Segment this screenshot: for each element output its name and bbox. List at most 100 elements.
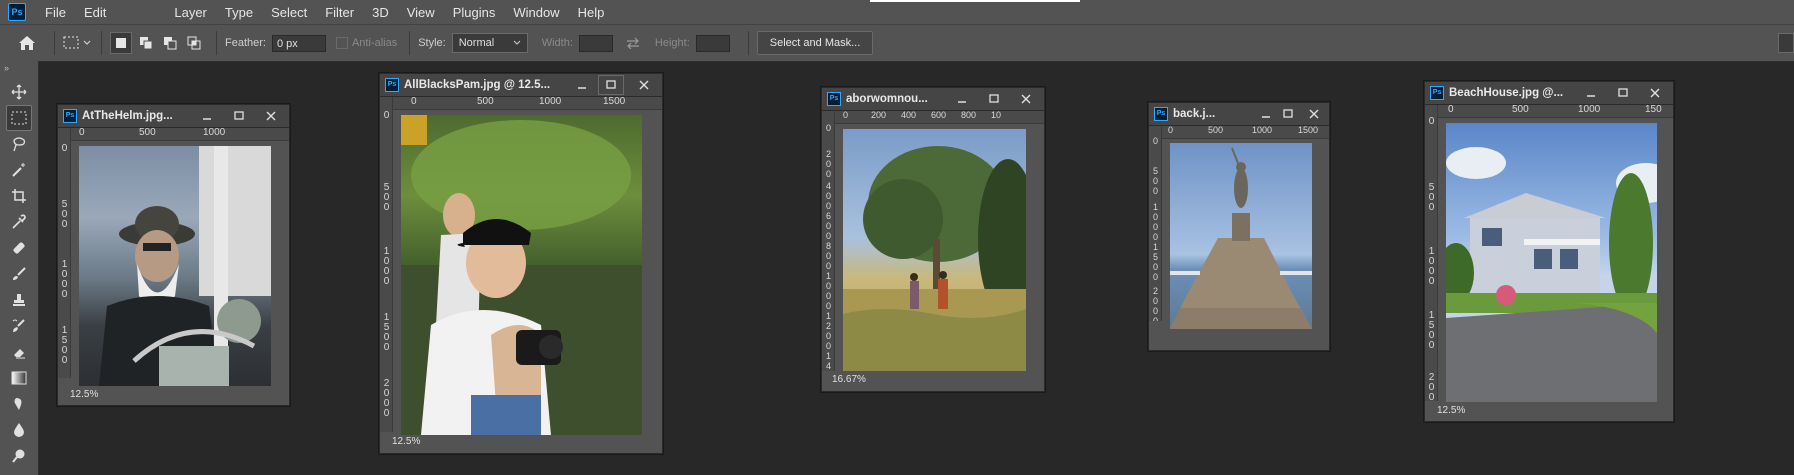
document-window-aborwomnou[interactable]: Ps aborwomnou... 0 200 400 600 800 10 0 … xyxy=(821,87,1045,392)
marquee-preset-icon[interactable] xyxy=(63,35,93,51)
menu-select[interactable]: Select xyxy=(262,5,316,20)
document-window-allblackspam[interactable]: Ps AllBlacksPam.jpg @ 12.5... 0 500 1000… xyxy=(379,73,663,454)
close-icon[interactable] xyxy=(1305,105,1323,123)
ruler-tick-label: 500 xyxy=(477,97,494,107)
style-label: Style: xyxy=(418,37,446,49)
options-separator xyxy=(101,31,102,55)
document-titlebar[interactable]: Ps AtTheHelm.jpg... xyxy=(58,105,289,128)
magic-wand-tool-icon[interactable] xyxy=(6,157,32,183)
feather-input[interactable]: 0 px xyxy=(271,34,326,52)
minimize-icon[interactable] xyxy=(1257,105,1275,123)
ruler-tick-label: 1500 xyxy=(1152,242,1158,282)
minimize-icon[interactable] xyxy=(1579,84,1603,102)
horizontal-ruler: 0 500 1000 1500 xyxy=(393,97,662,110)
document-window-back[interactable]: Ps back.j... 0 500 1000 1500 0 500 1000 … xyxy=(1148,102,1330,351)
width-label: Width: xyxy=(541,37,573,49)
menu-view[interactable]: View xyxy=(398,5,444,20)
crop-tool-icon[interactable] xyxy=(6,183,32,209)
marquee-tool-icon[interactable] xyxy=(6,105,32,131)
close-icon[interactable] xyxy=(259,107,283,125)
menu-window[interactable]: Window xyxy=(504,5,568,20)
horizontal-ruler: 0 200 400 600 800 10 xyxy=(835,111,1044,124)
maximize-icon[interactable] xyxy=(982,90,1006,108)
ruler-tick-label: 0 xyxy=(383,110,390,121)
minimize-icon[interactable] xyxy=(195,107,219,125)
document-canvas-image[interactable] xyxy=(1170,143,1312,329)
ruler-tick-label: 0 xyxy=(825,123,831,133)
tools-panel: » xyxy=(0,61,39,475)
vertical-ruler: 0 500 1000 1500 200 xyxy=(1425,105,1438,401)
zoom-level[interactable]: 12.5% xyxy=(1437,405,1465,416)
clone-stamp-tool-icon[interactable] xyxy=(6,287,32,313)
gradient-tool-icon[interactable] xyxy=(6,365,32,391)
home-icon[interactable] xyxy=(18,35,36,51)
ruler-tick-label: 1500 xyxy=(1298,126,1319,135)
new-selection-icon[interactable] xyxy=(110,32,132,54)
antialias-checkbox[interactable] xyxy=(335,37,348,49)
blur-tool-icon[interactable] xyxy=(6,417,32,443)
menu-3d[interactable]: 3D xyxy=(363,5,398,20)
photoshop-logo-icon: Ps xyxy=(8,3,26,21)
document-titlebar[interactable]: Ps BeachHouse.jpg @... xyxy=(1425,82,1673,105)
close-icon[interactable] xyxy=(1643,84,1667,102)
document-titlebar[interactable]: Ps AllBlacksPam.jpg @ 12.5... xyxy=(380,74,662,97)
height-input[interactable] xyxy=(695,34,730,52)
ruler-tick-label: 1000 xyxy=(383,246,390,287)
select-and-mask-button[interactable]: Select and Mask... xyxy=(756,31,874,55)
menu-filter[interactable]: Filter xyxy=(316,5,363,20)
minimize-icon[interactable] xyxy=(950,90,974,108)
menu-edit[interactable]: Edit xyxy=(75,5,115,20)
ruler-tick-label: 1200 xyxy=(825,311,831,351)
menu-layer[interactable]: Layer xyxy=(165,5,216,20)
width-input[interactable] xyxy=(578,34,613,52)
document-canvas-image[interactable] xyxy=(843,129,1026,371)
ruler-tick-label: 0 xyxy=(1428,116,1435,127)
document-title: AllBlacksPam.jpg @ 12.5... xyxy=(404,79,551,91)
lasso-tool-icon[interactable] xyxy=(6,131,32,157)
dodge-tool-icon[interactable] xyxy=(6,443,32,469)
intersect-selection-icon[interactable] xyxy=(184,33,204,53)
ruler-tick-label: 600 xyxy=(931,111,947,120)
document-titlebar[interactable]: Ps aborwomnou... xyxy=(822,88,1044,111)
toolbar-grip[interactable]: » xyxy=(0,61,38,75)
eyedropper-tool-icon[interactable] xyxy=(6,209,32,235)
zoom-level[interactable]: 12.5% xyxy=(70,389,98,400)
ruler-tick-label: 600 xyxy=(825,211,831,241)
maximize-icon[interactable] xyxy=(1611,84,1635,102)
add-to-selection-icon[interactable] xyxy=(136,33,156,53)
close-icon[interactable] xyxy=(1014,90,1038,108)
menu-plugins[interactable]: Plugins xyxy=(444,5,505,20)
style-select-value: Normal xyxy=(458,37,495,49)
document-window-beachhouse[interactable]: Ps BeachHouse.jpg @... 0 500 1000 150 0 … xyxy=(1424,81,1674,422)
feather-label: Feather: xyxy=(225,37,266,49)
zoom-level[interactable]: 16.67% xyxy=(832,374,866,385)
maximize-icon[interactable] xyxy=(227,107,251,125)
maximize-icon[interactable] xyxy=(598,75,624,95)
smudge-tool-icon[interactable] xyxy=(6,391,32,417)
close-icon[interactable] xyxy=(632,76,656,94)
subtract-from-selection-icon[interactable] xyxy=(160,33,180,53)
document-canvas-image[interactable] xyxy=(1446,123,1657,402)
zoom-level[interactable]: 12.5% xyxy=(392,436,420,447)
options-overflow-button[interactable] xyxy=(1778,33,1794,53)
document-titlebar[interactable]: Ps back.j... xyxy=(1149,103,1329,126)
style-select[interactable]: Normal xyxy=(451,33,528,53)
healing-brush-tool-icon[interactable] xyxy=(6,235,32,261)
brush-tool-icon[interactable] xyxy=(6,261,32,287)
maximize-icon[interactable] xyxy=(1279,105,1297,123)
swap-dimensions-icon[interactable] xyxy=(625,37,641,49)
minimize-icon[interactable] xyxy=(570,76,594,94)
menu-file[interactable]: File xyxy=(36,5,75,20)
ruler-tick-label: 500 xyxy=(1152,166,1158,196)
horizontal-ruler: 0 500 1000 150 xyxy=(1438,105,1673,118)
eraser-tool-icon[interactable] xyxy=(6,339,32,365)
ruler-tick-label: 1000 xyxy=(1152,202,1158,242)
document-canvas-image[interactable] xyxy=(401,115,642,435)
move-tool-icon[interactable] xyxy=(6,79,32,105)
history-brush-tool-icon[interactable] xyxy=(6,313,32,339)
menu-help[interactable]: Help xyxy=(569,5,614,20)
document-window-attthehelm[interactable]: Ps AtTheHelm.jpg... 0 500 1000 0 500 100… xyxy=(57,104,290,406)
ruler-tick-label: 400 xyxy=(825,181,831,211)
document-canvas-image[interactable] xyxy=(79,146,271,386)
menu-type[interactable]: Type xyxy=(216,5,262,20)
